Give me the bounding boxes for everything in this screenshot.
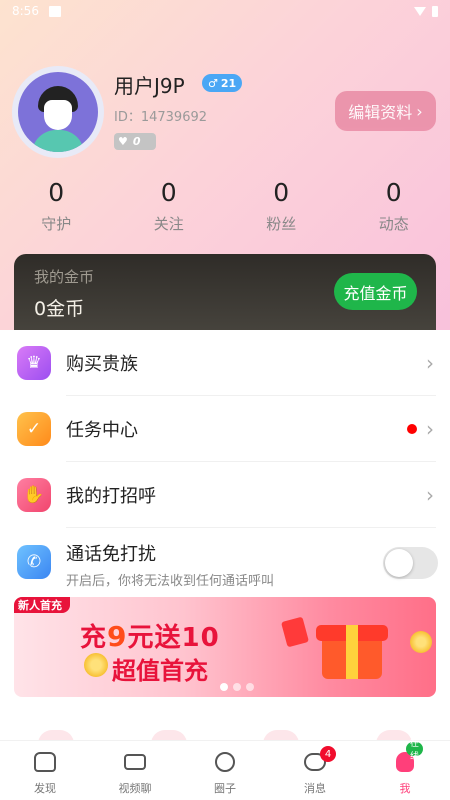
carousel-dot: [233, 683, 241, 691]
tab-label: 发现: [34, 782, 56, 795]
phone-mute-icon: ✆: [17, 545, 51, 579]
stat-value: 0: [160, 178, 177, 207]
coin-card-title: 我的金币: [34, 268, 95, 286]
menu-item-task-center[interactable]: ✓ 任务中心 ›: [0, 396, 450, 462]
coin-icon: [84, 653, 108, 677]
planet-icon: [215, 752, 235, 772]
crown-icon: ♛: [17, 346, 51, 380]
coin-balance: 0金币: [34, 298, 85, 320]
stat-label: 粉丝: [266, 215, 297, 233]
tab-discover[interactable]: 发现: [0, 741, 90, 800]
dnd-title: 通话免打扰: [66, 544, 156, 565]
banner-headline: 充9元送10: [80, 617, 220, 654]
menu-item-label: 我的打招呼: [66, 486, 156, 507]
tab-label: 圈子: [214, 782, 236, 795]
username: 用户J9P: [114, 74, 185, 98]
carousel-dot: [220, 683, 228, 691]
tab-video-chat[interactable]: 视频聊: [90, 741, 180, 800]
stat-following[interactable]: 0 关注: [113, 178, 226, 234]
status-time: 8:56: [12, 4, 39, 18]
menu-item-label: 任务中心: [66, 420, 138, 441]
banner-subheadline: 超值首充: [112, 657, 208, 685]
status-bar: 8:56: [0, 0, 450, 22]
toggle-knob: [385, 549, 413, 577]
gift-box-icon: [314, 611, 390, 681]
chevron-right-icon: ›: [426, 417, 434, 441]
stat-label: 动态: [378, 215, 409, 233]
menu-item-label: 购买贵族: [66, 354, 138, 375]
menu-item-my-greetings[interactable]: ✋ 我的打招呼 ›: [0, 462, 450, 528]
edit-profile-label: 编辑资料: [348, 103, 413, 122]
user-id: ID：14739692: [114, 110, 208, 125]
age-value: 21: [220, 76, 237, 90]
banner-headline-part: 元送10: [127, 623, 220, 653]
red-envelope-icon: [281, 616, 309, 648]
stat-posts[interactable]: 0 动态: [338, 178, 450, 234]
stat-value: 0: [273, 178, 290, 207]
dnd-subtitle: 开启后，你将无法收到任何通话呼叫: [66, 574, 275, 589]
first-recharge-banner[interactable]: 新人首充 充9元送10 超值首充: [14, 597, 436, 697]
level-badge: ♥ 0: [114, 133, 156, 150]
male-icon: ♂: [208, 76, 218, 90]
coin-icon: [410, 631, 432, 653]
tab-label: 我: [399, 782, 411, 795]
video-icon: [124, 754, 146, 770]
unread-dot: [407, 424, 417, 434]
stat-label: 守护: [41, 215, 72, 233]
unread-count-badge: 4: [320, 746, 336, 762]
wifi-icon: [414, 6, 426, 16]
heart-icon: ♥: [118, 135, 128, 148]
tab-me[interactable]: 在线 我: [360, 739, 450, 800]
home-icon: [34, 752, 56, 772]
chevron-right-icon: ›: [416, 101, 423, 121]
task-icon: ✓: [17, 412, 51, 446]
stat-value: 0: [48, 178, 65, 207]
banner-headline-part: 充: [80, 623, 108, 653]
notification-icon: [48, 5, 61, 17]
stat-label: 关注: [153, 215, 184, 233]
battery-icon: [432, 5, 438, 17]
banner-headline-amount: 9: [107, 620, 128, 653]
stat-fans[interactable]: 0 粉丝: [225, 178, 338, 234]
gender-age-badge: ♂ 21: [202, 74, 243, 92]
menu-item-buy-noble[interactable]: ♛ 购买贵族 ›: [0, 330, 450, 396]
recharge-coins-button[interactable]: 充值金币: [334, 273, 417, 310]
tab-label: 消息: [304, 782, 326, 795]
stat-value: 0: [385, 178, 402, 207]
banner-tag: 新人首充: [14, 597, 70, 613]
level-value: 0: [132, 135, 141, 148]
online-status-badge: 在线: [406, 739, 424, 762]
avatar-image: [18, 72, 98, 152]
wave-hand-icon: ✋: [17, 478, 51, 512]
dnd-toggle[interactable]: [383, 547, 438, 579]
carousel-indicator: [220, 683, 254, 691]
stat-guard[interactable]: 0 守护: [0, 178, 113, 234]
stats-row: 0 守护 0 关注 0 粉丝 0 动态: [0, 178, 450, 234]
chevron-right-icon: ›: [426, 351, 434, 375]
tab-label: 视频聊: [118, 782, 152, 795]
edit-profile-button[interactable]: 编辑资料 ›: [335, 91, 436, 131]
tab-circle[interactable]: 圈子: [180, 741, 270, 800]
tab-messages[interactable]: 4 消息: [270, 741, 360, 800]
bottom-tab-bar: 发现 视频聊 圈子 4 消息 在线 我: [0, 739, 450, 800]
avatar[interactable]: [12, 66, 104, 158]
carousel-dot: [246, 683, 254, 691]
chevron-right-icon: ›: [426, 483, 434, 507]
